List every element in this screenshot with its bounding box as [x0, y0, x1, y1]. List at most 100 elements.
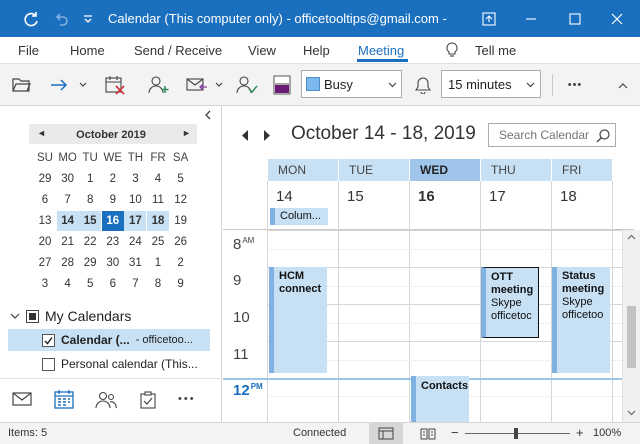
minimize-icon[interactable]: [514, 0, 548, 37]
undo-icon[interactable]: [48, 0, 74, 37]
mini-calendar-day[interactable]: 10: [124, 190, 146, 210]
mini-calendar-day[interactable]: 18: [147, 211, 169, 231]
mini-calendar-day[interactable]: 3: [34, 274, 56, 294]
calendar-checkbox[interactable]: [42, 357, 55, 371]
mini-calendar-day[interactable]: 5: [79, 274, 101, 294]
more-commands-button[interactable]: •••: [560, 72, 590, 98]
tab-send-receive[interactable]: Send / Receive: [134, 43, 222, 58]
people-icon[interactable]: [95, 391, 117, 409]
day-number-mon[interactable]: 14: [276, 188, 293, 205]
mini-calendar-day[interactable]: 6: [102, 274, 124, 294]
respond-dropdown-icon[interactable]: [212, 72, 226, 98]
my-calendars-group[interactable]: My Calendars: [10, 308, 131, 324]
allday-event-columbus[interactable]: Colum...: [270, 208, 328, 225]
add-attendee-icon[interactable]: [146, 72, 172, 98]
calendar-item-calendar[interactable]: Calendar (... - officetoo...: [8, 329, 210, 351]
mini-calendar-day[interactable]: 6: [34, 190, 56, 210]
category-color-icon[interactable]: [270, 72, 294, 98]
mini-calendar-day[interactable]: 29: [34, 169, 56, 189]
mini-calendar-day[interactable]: 16: [101, 211, 124, 231]
mini-calendar-day[interactable]: 8: [79, 190, 101, 210]
open-folder-icon[interactable]: [8, 72, 34, 98]
mini-calendar-day[interactable]: 9: [170, 274, 192, 294]
mini-calendar-day[interactable]: 30: [102, 253, 124, 273]
mini-calendar-day[interactable]: 17: [124, 211, 147, 231]
mini-calendar-day[interactable]: 1: [79, 169, 101, 189]
mini-calendar-day[interactable]: 5: [170, 169, 192, 189]
mini-calendar-day[interactable]: 21: [57, 232, 79, 252]
mini-calendar-day[interactable]: 31: [124, 253, 146, 273]
event-ott-meeting[interactable]: OTT meeting Skype officetoc: [481, 267, 539, 338]
search-input[interactable]: [489, 124, 593, 146]
mini-calendar-day[interactable]: 23: [102, 232, 124, 252]
sync-icon[interactable]: [16, 0, 46, 37]
reminder-dropdown[interactable]: 15 minutes: [441, 70, 541, 98]
vertical-scrollbar[interactable]: [622, 230, 640, 422]
day-number-tue[interactable]: 15: [347, 188, 364, 205]
tab-file[interactable]: File: [18, 43, 39, 58]
mini-calendar-day[interactable]: 19: [170, 211, 192, 231]
event-contacts[interactable]: Contacts: [411, 376, 469, 422]
mini-calendar-day[interactable]: 12: [170, 190, 192, 210]
mini-calendar-day[interactable]: 11: [147, 190, 169, 210]
zoom-level[interactable]: 100%: [593, 427, 621, 439]
mini-calendar-day[interactable]: 7: [124, 274, 146, 294]
mini-calendar-day[interactable]: 3: [124, 169, 146, 189]
zoom-out-button[interactable]: −: [451, 425, 459, 440]
zoom-in-button[interactable]: +: [576, 425, 584, 440]
mini-calendar-day[interactable]: 7: [57, 190, 79, 210]
mini-calendar-day[interactable]: 14: [56, 211, 79, 231]
tab-view[interactable]: View: [248, 43, 276, 58]
day-header-fri[interactable]: FRI: [552, 159, 612, 181]
cancel-meeting-icon[interactable]: [102, 72, 128, 98]
forward-dropdown-icon[interactable]: [76, 72, 90, 98]
mini-calendar-day[interactable]: 24: [124, 232, 146, 252]
day-number-thu[interactable]: 17: [489, 188, 506, 205]
day-header-tue[interactable]: TUE: [339, 159, 409, 181]
tracking-icon[interactable]: [234, 72, 260, 98]
scroll-up-icon[interactable]: [627, 234, 636, 240]
day-header-wed[interactable]: WED: [410, 159, 480, 181]
day-header-mon[interactable]: MON: [268, 159, 338, 181]
reading-view-icon[interactable]: [420, 427, 436, 440]
collapse-ribbon-icon[interactable]: [614, 72, 632, 98]
mini-calendar-day[interactable]: 27: [34, 253, 56, 273]
mini-calendar-day[interactable]: 29: [79, 253, 101, 273]
next-week-icon[interactable]: [263, 130, 271, 141]
lightbulb-icon[interactable]: [445, 42, 459, 58]
zoom-slider-thumb[interactable]: [514, 428, 518, 439]
minimize-pane-icon[interactable]: [204, 110, 212, 120]
mini-calendar-day[interactable]: 22: [79, 232, 101, 252]
quick-access-dropdown-icon[interactable]: [78, 0, 98, 37]
tab-home[interactable]: Home: [70, 43, 105, 58]
day-header-thu[interactable]: THU: [481, 159, 551, 181]
search-calendar-box[interactable]: [488, 123, 616, 147]
mini-calendar-day[interactable]: 15: [79, 211, 102, 231]
group-checkbox[interactable]: [26, 309, 39, 323]
search-icon[interactable]: [595, 128, 611, 144]
mini-calendar-day[interactable]: 20: [34, 232, 56, 252]
event-status-meeting[interactable]: Status meeting Skype officetoo: [552, 267, 610, 373]
show-as-dropdown[interactable]: Busy: [301, 70, 402, 98]
mini-calendar-day[interactable]: 8: [147, 274, 169, 294]
calendar-item-personal[interactable]: Personal calendar (This...: [8, 353, 210, 375]
mini-calendar-next-button[interactable]: ►: [182, 128, 191, 138]
mini-calendar-day[interactable]: 2: [102, 169, 124, 189]
maximize-icon[interactable]: [558, 0, 592, 37]
mini-calendar-day[interactable]: 13: [34, 211, 56, 231]
ribbon-display-options-icon[interactable]: [472, 0, 506, 37]
scroll-down-icon[interactable]: [627, 410, 636, 416]
forward-arrow-icon[interactable]: [46, 72, 72, 98]
normal-view-button[interactable]: [369, 423, 403, 444]
expand-chevron-icon[interactable]: [10, 312, 20, 320]
tell-me-search[interactable]: Tell me: [475, 43, 516, 58]
more-apps-button[interactable]: •••: [178, 393, 196, 405]
scrollbar-thumb[interactable]: [627, 306, 636, 368]
mini-calendar-day[interactable]: 1: [147, 253, 169, 273]
respond-mail-icon[interactable]: [184, 72, 210, 98]
calendar-checkbox[interactable]: [42, 333, 55, 347]
close-icon[interactable]: [600, 0, 634, 37]
mini-calendar-day[interactable]: 9: [102, 190, 124, 210]
mini-calendar-day[interactable]: 4: [147, 169, 169, 189]
tasks-icon[interactable]: [140, 391, 156, 409]
